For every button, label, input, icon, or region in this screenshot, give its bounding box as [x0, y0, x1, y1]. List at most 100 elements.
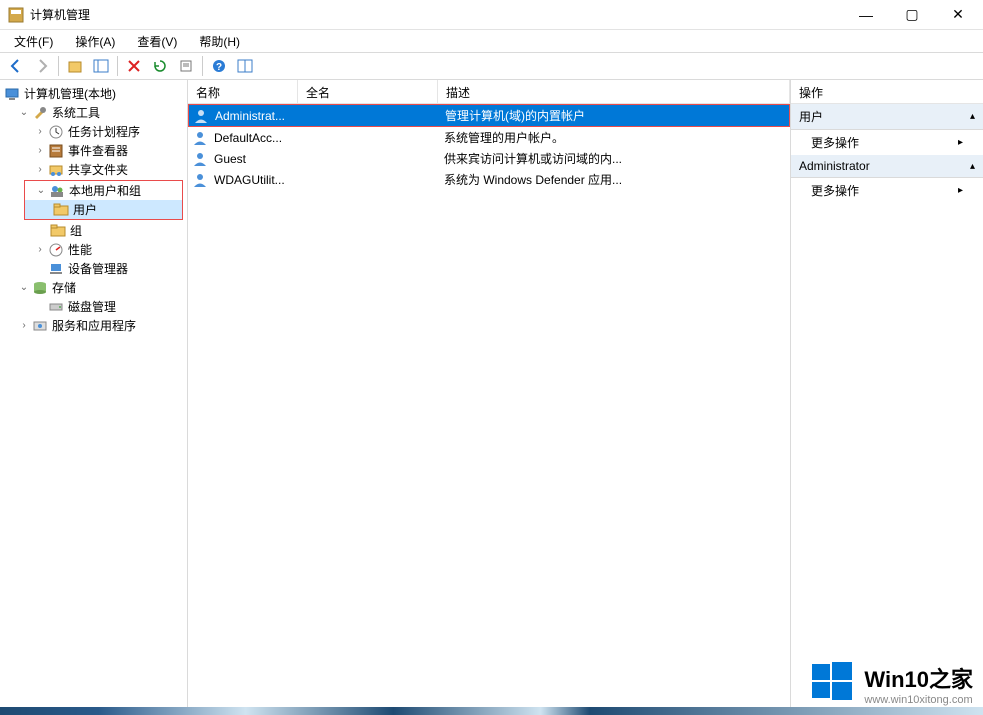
windows-logo-icon — [808, 658, 856, 709]
action-item-label: 更多操作 — [811, 134, 859, 151]
action-more-2[interactable]: 更多操作 ▸ — [791, 178, 983, 203]
col-name[interactable]: 名称 — [188, 80, 298, 103]
props-button[interactable] — [233, 54, 257, 78]
tree-disk-management[interactable]: 磁盘管理 — [0, 297, 187, 316]
tree-groups[interactable]: 组 — [0, 221, 187, 240]
folder-icon — [50, 223, 66, 239]
highlight-box: ⌄ 本地用户和组 用户 — [24, 180, 183, 220]
share-icon — [48, 162, 64, 178]
export-button[interactable] — [174, 54, 198, 78]
expander-icon[interactable]: › — [34, 145, 46, 157]
user-icon — [192, 151, 208, 167]
expander-icon[interactable]: ⌄ — [18, 107, 30, 119]
tools-icon — [32, 105, 48, 121]
back-button[interactable] — [4, 54, 28, 78]
tree-root[interactable]: 计算机管理(本地) — [0, 84, 187, 103]
watermark-url: www.win10xitong.com — [864, 694, 973, 706]
tree-performance-label: 性能 — [68, 241, 92, 258]
expander-icon[interactable]: › — [34, 244, 46, 256]
menu-file[interactable]: 文件(F) — [6, 31, 61, 52]
cell-desc: 系统为 Windows Defender 应用... — [438, 171, 790, 188]
tree-event-viewer[interactable]: › 事件查看器 — [0, 141, 187, 160]
tree-users-label: 用户 — [73, 201, 97, 218]
highlight-row: Administrat... 管理计算机(域)的内置帐户 — [188, 104, 790, 127]
action-header: 操作 — [791, 80, 983, 104]
menubar: 文件(F) 操作(A) 查看(V) 帮助(H) — [0, 30, 983, 52]
maximize-button[interactable]: ▢ — [889, 0, 935, 30]
list-row[interactable]: Guest 供来宾访问计算机或访问域的内... — [188, 148, 790, 169]
cell-desc: 供来宾访问计算机或访问域的内... — [438, 150, 790, 167]
action-section-admin[interactable]: Administrator ▴ — [791, 155, 983, 178]
forward-button[interactable] — [30, 54, 54, 78]
action-pane: 操作 用户 ▴ 更多操作 ▸ Administrator ▴ 更多操作 ▸ — [791, 80, 983, 715]
services-icon — [32, 318, 48, 334]
tree-shared-folders-label: 共享文件夹 — [68, 161, 128, 178]
cell-name: DefaultAcc... — [208, 131, 298, 145]
tree-local-users-label: 本地用户和组 — [69, 182, 141, 199]
app-icon — [8, 7, 24, 23]
toolbar-separator — [117, 56, 118, 76]
window-controls: — ▢ ✕ — [843, 0, 981, 30]
device-icon — [48, 261, 64, 277]
tree-system-tools-label: 系统工具 — [52, 104, 100, 121]
tree-root-label: 计算机管理(本地) — [24, 85, 116, 102]
menu-help[interactable]: 帮助(H) — [191, 31, 248, 52]
delete-button[interactable] — [122, 54, 146, 78]
col-fullname[interactable]: 全名 — [298, 80, 438, 103]
tree-shared-folders[interactable]: › 共享文件夹 — [0, 160, 187, 179]
tree-pane: 计算机管理(本地) ⌄ 系统工具 › 任务计划程序 › 事件查看器 › 共享文件… — [0, 80, 188, 715]
expander-icon[interactable]: › — [34, 164, 46, 176]
tree-device-manager-label: 设备管理器 — [68, 260, 128, 277]
expander-icon[interactable]: › — [34, 126, 46, 138]
tree-task-scheduler[interactable]: › 任务计划程序 — [0, 122, 187, 141]
toolbar-separator — [58, 56, 59, 76]
refresh-button[interactable] — [148, 54, 172, 78]
submenu-icon: ▸ — [958, 137, 963, 148]
submenu-icon: ▸ — [958, 185, 963, 196]
minimize-button[interactable]: — — [843, 0, 889, 30]
up-button[interactable] — [63, 54, 87, 78]
tree-local-users[interactable]: ⌄ 本地用户和组 — [25, 181, 182, 200]
help-button[interactable]: ? — [207, 54, 231, 78]
action-more-1[interactable]: 更多操作 ▸ — [791, 130, 983, 155]
list-row[interactable]: Administrat... 管理计算机(域)的内置帐户 — [189, 105, 789, 126]
close-button[interactable]: ✕ — [935, 0, 981, 30]
expander-icon[interactable]: ⌄ — [18, 282, 30, 294]
list-pane: 名称 全名 描述 Administrat... 管理计算机(域)的内置帐户 De… — [188, 80, 791, 715]
watermark: Win10之家 www.win10xitong.com — [808, 658, 973, 709]
main-area: 计算机管理(本地) ⌄ 系统工具 › 任务计划程序 › 事件查看器 › 共享文件… — [0, 80, 983, 715]
collapse-icon: ▴ — [970, 111, 975, 122]
tree-system-tools[interactable]: ⌄ 系统工具 — [0, 103, 187, 122]
action-section-label: 用户 — [799, 108, 823, 125]
user-icon — [192, 130, 208, 146]
expander-icon[interactable]: ⌄ — [35, 185, 47, 197]
action-section-users[interactable]: 用户 ▴ — [791, 104, 983, 130]
tree-device-manager[interactable]: 设备管理器 — [0, 259, 187, 278]
clock-icon — [48, 124, 64, 140]
window-title: 计算机管理 — [30, 6, 843, 23]
toolbar: ? — [0, 52, 983, 80]
col-desc[interactable]: 描述 — [438, 80, 790, 103]
show-hide-button[interactable] — [89, 54, 113, 78]
menu-view[interactable]: 查看(V) — [129, 31, 185, 52]
users-group-icon — [49, 183, 65, 199]
list-row[interactable]: WDAGUtilit... 系统为 Windows Defender 应用... — [188, 169, 790, 190]
storage-icon — [32, 280, 48, 296]
tree-storage-label: 存储 — [52, 279, 76, 296]
tree-storage[interactable]: ⌄ 存储 — [0, 278, 187, 297]
watermark-title: Win10之家 — [864, 662, 973, 694]
watermark-text: Win10之家 www.win10xitong.com — [864, 662, 973, 706]
menu-action[interactable]: 操作(A) — [67, 31, 123, 52]
tree-users[interactable]: 用户 — [25, 200, 182, 219]
expander-icon[interactable]: › — [18, 320, 30, 332]
list-row[interactable]: DefaultAcc... 系统管理的用户帐户。 — [188, 127, 790, 148]
action-item-label: 更多操作 — [811, 182, 859, 199]
event-icon — [48, 143, 64, 159]
tree-services-apps[interactable]: › 服务和应用程序 — [0, 316, 187, 335]
action-section-label: Administrator — [799, 159, 870, 173]
user-icon — [192, 172, 208, 188]
tree-task-scheduler-label: 任务计划程序 — [68, 123, 140, 140]
titlebar: 计算机管理 — ▢ ✕ — [0, 0, 983, 30]
tree-disk-management-label: 磁盘管理 — [68, 298, 116, 315]
tree-performance[interactable]: › 性能 — [0, 240, 187, 259]
